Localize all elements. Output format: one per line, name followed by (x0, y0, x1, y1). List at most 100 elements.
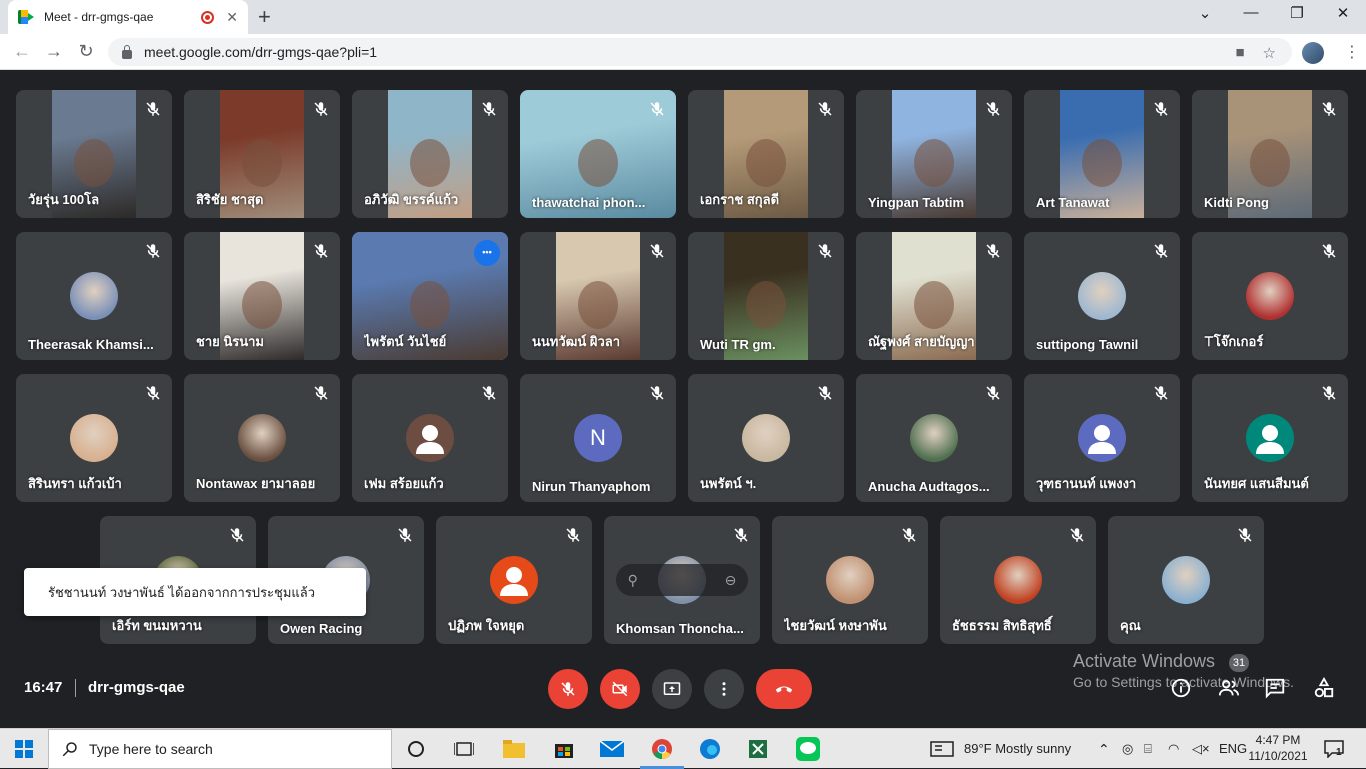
taskbar-search-input[interactable]: Type here to search (48, 729, 392, 769)
leave-call-button[interactable] (756, 669, 812, 709)
network-icon[interactable]: ⌸ (1144, 741, 1152, 757)
participant-tile[interactable]: ••• ไพรัตน์ วันไชย์ (352, 232, 508, 360)
mic-muted-icon (1152, 100, 1170, 118)
mic-muted-icon (480, 100, 498, 118)
edge-icon[interactable] (698, 737, 722, 761)
line-app-icon[interactable] (796, 737, 820, 761)
default-avatar-icon (406, 414, 454, 462)
minimize-button[interactable]: — (1228, 4, 1274, 21)
restore-button[interactable]: ❐ (1274, 4, 1320, 22)
notification-center-icon[interactable]: 1 (1322, 737, 1346, 761)
tab-search-icon[interactable]: ⌄ (1182, 4, 1228, 22)
participant-name: Nontawax ยามาลอย (196, 476, 316, 491)
mic-muted-icon (984, 100, 1002, 118)
chat-button[interactable] (1262, 675, 1288, 701)
reload-button[interactable]: ↻ (74, 41, 98, 62)
excel-icon[interactable] (746, 737, 770, 761)
participant-tile[interactable]: Art Tanawat (1024, 90, 1180, 218)
cortana-icon[interactable] (404, 737, 428, 761)
participant-tile[interactable]: ꔋโจ๊กเกอร์ (1192, 232, 1348, 360)
participant-tile[interactable]: นันทยศ แสนสีมนต์ (1192, 374, 1348, 502)
mic-muted-icon (312, 384, 330, 402)
participant-tile[interactable]: อภิวัฒิ ขรรค์แก้ว (352, 90, 508, 218)
browser-tab[interactable]: Meet - drr-gmgs-qae ✕ (8, 0, 248, 34)
participant-tile[interactable]: เฟม สร้อยแก้ว (352, 374, 508, 502)
present-screen-button[interactable] (652, 669, 692, 709)
participant-tile[interactable]: สิริชัย ชาสุด (184, 90, 340, 218)
file-explorer-icon[interactable] (502, 737, 526, 761)
participant-tile[interactable]: สิรินทรา แก้วเบ้า (16, 374, 172, 502)
participant-tile[interactable]: Yingpan Tabtim (856, 90, 1012, 218)
participant-avatar: N (574, 414, 622, 462)
wifi-icon[interactable]: ◠ (1168, 741, 1179, 757)
participant-tile[interactable]: ชาย นิรนาม (184, 232, 340, 360)
participant-tile[interactable]: Kidti Pong (1192, 90, 1348, 218)
participant-tile[interactable]: คุณ (1108, 516, 1264, 644)
pin-icon[interactable]: ⚲ (628, 572, 638, 589)
language-indicator[interactable]: ENG (1219, 741, 1247, 756)
participant-tile[interactable]: N Nirun Thanyaphom (520, 374, 676, 502)
participant-tile[interactable]: นพรัตน์ ฯ. (688, 374, 844, 502)
meeting-controls-bar: 16:47 drr-gmgs-qae Activate Windows Go t… (0, 651, 1366, 728)
remove-icon[interactable]: ⊖ (725, 572, 737, 589)
activities-button[interactable] (1311, 675, 1337, 701)
notification-count: 1 (1336, 747, 1342, 758)
camera-off-icon (612, 681, 628, 697)
task-view-icon[interactable] (452, 737, 476, 761)
show-hidden-icons[interactable]: ⌃ (1098, 741, 1110, 758)
profile-avatar[interactable] (1302, 42, 1324, 64)
meet-tray-icon[interactable]: ◎ (1122, 741, 1133, 757)
participant-tile[interactable]: วัยรุ่น 100โล (16, 90, 172, 218)
mic-toggle-button[interactable] (548, 669, 588, 709)
participant-tile[interactable]: Wuti TR gm. (688, 232, 844, 360)
mic-muted-icon (144, 384, 162, 402)
participant-tile[interactable]: ปฏิภพ ใจหยุด (436, 516, 592, 644)
new-tab-button[interactable]: + (258, 4, 271, 30)
weather-news-icon[interactable] (930, 737, 954, 761)
participant-name: สิรินทรา แก้วเบ้า (28, 476, 122, 491)
people-button[interactable] (1216, 675, 1242, 701)
participant-tile[interactable]: thawatchai phon... (520, 90, 676, 218)
windows-start-icon[interactable] (12, 737, 36, 761)
browser-menu-icon[interactable]: ⋮ (1344, 42, 1360, 62)
default-avatar-icon (1246, 414, 1294, 462)
meeting-details-button[interactable] (1168, 675, 1194, 701)
bookmark-star-icon[interactable]: ☆ (1263, 44, 1276, 62)
participant-tile[interactable]: suttipong Tawnil (1024, 232, 1180, 360)
participant-tile[interactable]: Theerasak Khamsi... (16, 232, 172, 360)
participant-tile[interactable]: ธัชธรรม สิทธิสุทธิ์ (940, 516, 1096, 644)
participant-tile[interactable]: วุฑธานนท์ แพงงา (1024, 374, 1180, 502)
weather-text[interactable]: 89°F Mostly sunny (964, 741, 1071, 756)
participant-tile[interactable]: Anucha Audtagos... (856, 374, 1012, 502)
participant-name: ไพรัตน์ วันไชย์ (364, 334, 447, 349)
mic-muted-icon (1152, 384, 1170, 402)
system-clock[interactable]: 4:47 PM 11/10/2021 (1248, 732, 1308, 764)
camera-icon[interactable]: ■ (1235, 44, 1244, 62)
participant-tile[interactable]: เอกราช สกุลดี (688, 90, 844, 218)
mic-muted-icon (312, 242, 330, 260)
more-options-button[interactable] (704, 669, 744, 709)
participant-name: Wuti TR gm. (700, 337, 776, 352)
mic-muted-icon (564, 526, 582, 544)
chrome-icon[interactable] (650, 737, 674, 761)
forward-button[interactable]: → (42, 41, 66, 62)
default-avatar-icon (490, 556, 538, 604)
close-window-button[interactable]: ✕ (1320, 4, 1366, 22)
participant-tile[interactable]: ณัฐพงศ์ สายบัญญา (856, 232, 1012, 360)
participant-avatar (70, 414, 118, 462)
toast-text: รัชชานนท์ วงษาพันธ์ ได้ออกจากการประชุมแล… (48, 584, 316, 600)
participant-tile[interactable]: ไชยวัฒน์ หงษาพัน (772, 516, 928, 644)
participant-tile[interactable]: ⚲ ⊖ Khomsan Thoncha... (604, 516, 760, 644)
mail-icon[interactable] (600, 737, 624, 761)
windows-taskbar: Type here to search 89°F Mostly sunny ⌃ … (0, 728, 1366, 769)
participant-tile[interactable]: นนทวัฒน์ ผิวลา (520, 232, 676, 360)
camera-toggle-button[interactable] (600, 669, 640, 709)
store-icon[interactable] (552, 737, 576, 761)
url-bar[interactable]: meet.google.com/drr-gmgs-qae?pli=1 ■ ☆ (108, 38, 1292, 66)
volume-muted-icon[interactable]: ◁× (1192, 741, 1210, 757)
close-tab-icon[interactable]: ✕ (226, 9, 238, 26)
lock-icon (122, 44, 132, 59)
back-button[interactable]: ← (10, 41, 34, 62)
tile-options-icon[interactable]: ••• (474, 240, 500, 266)
participant-tile[interactable]: Nontawax ยามาลอย (184, 374, 340, 502)
